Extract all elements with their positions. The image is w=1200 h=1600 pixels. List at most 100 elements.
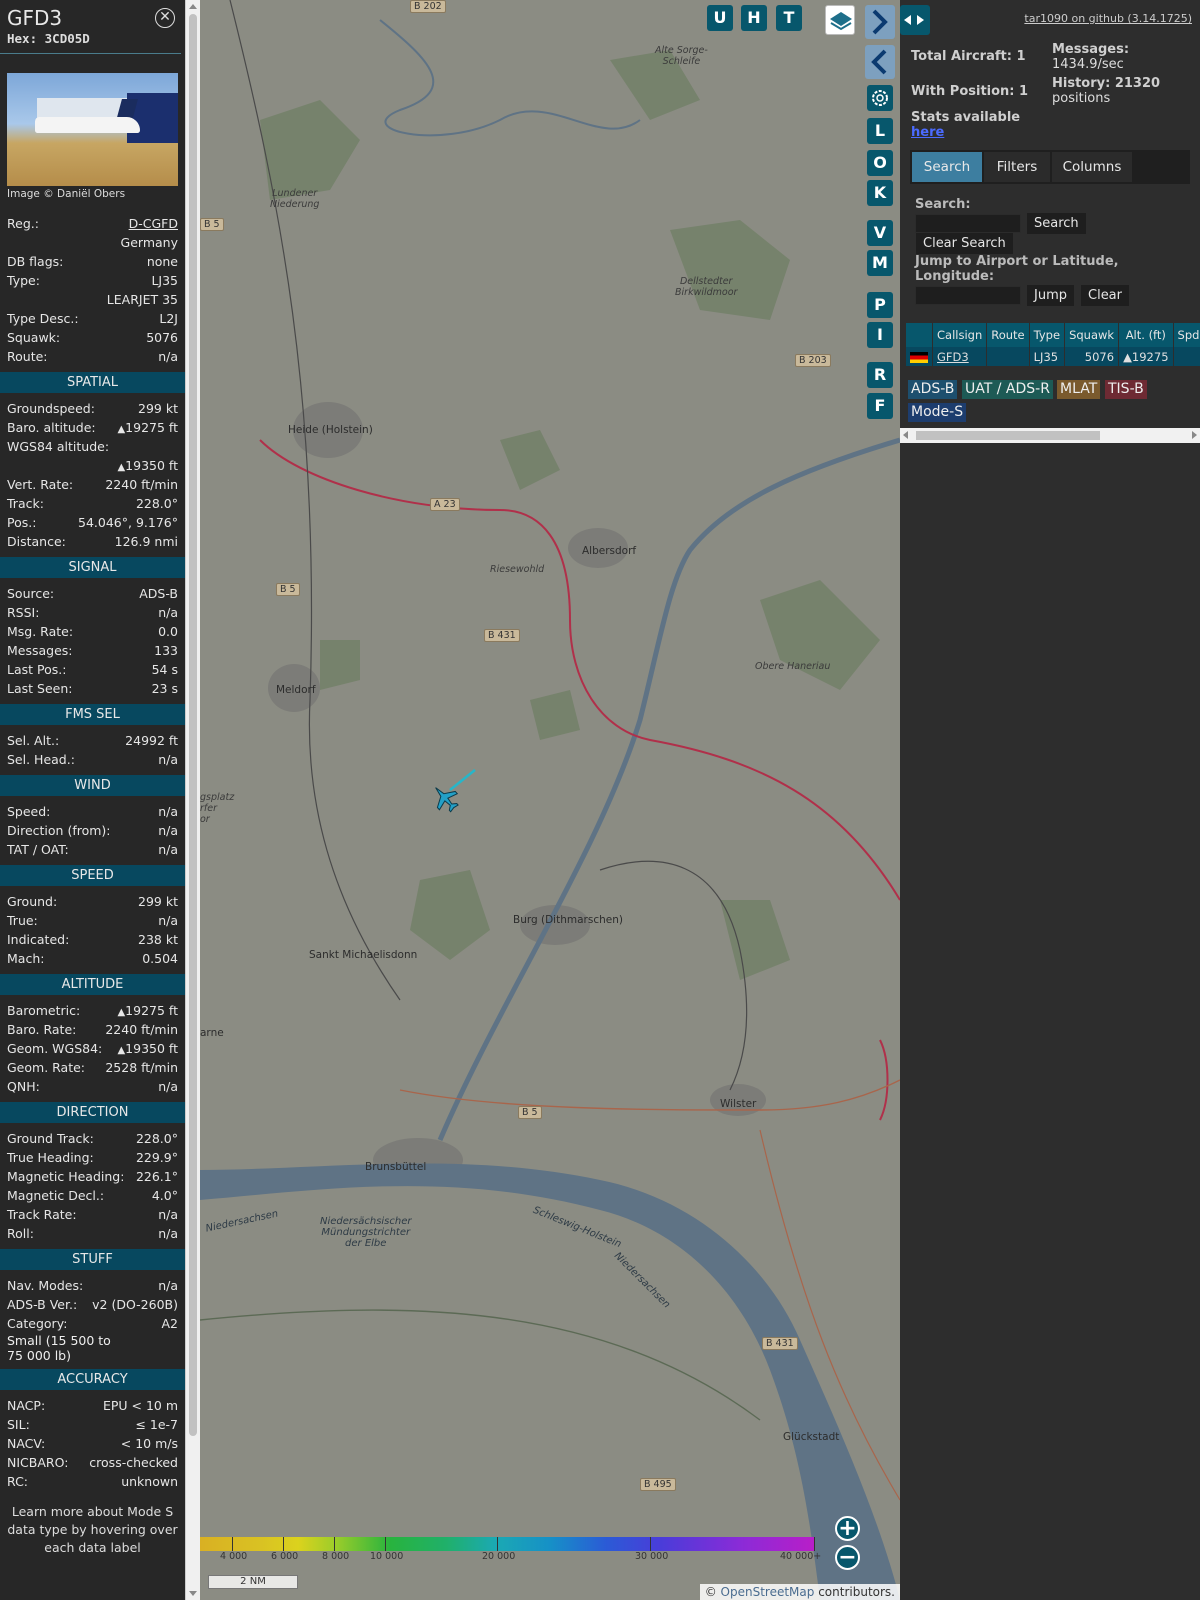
flag-germany-icon xyxy=(906,347,933,366)
tab-columns[interactable]: Columns xyxy=(1052,152,1132,182)
info-row: TAT / OAT: n/a xyxy=(7,840,178,859)
info-value: 2528 ft/min xyxy=(105,1060,178,1075)
section-header-altitude: ALTITUDE xyxy=(0,974,185,995)
col-speed[interactable]: Spd xyxy=(1173,323,1200,347)
section-rows-spatial: Groundspeed: 299 kt Baro. altitude: ▲19275 … xyxy=(0,399,185,551)
source-badge-tisb: TIS-B xyxy=(1105,380,1147,399)
info-row: Magnetic Heading: 226.1° xyxy=(7,1167,178,1186)
registration-link[interactable]: D-CGFD xyxy=(129,214,178,233)
col-callsign[interactable]: Callsign xyxy=(932,323,988,347)
info-value: cross-checked xyxy=(89,1455,178,1470)
info-panel-scrollbar[interactable] xyxy=(185,0,200,1600)
info-key: Speed: xyxy=(7,804,51,819)
info-key: Barometric: xyxy=(7,1003,81,1018)
col-flag[interactable] xyxy=(906,323,933,347)
map-btn-f[interactable]: F xyxy=(867,393,893,419)
info-row: NACV: < 10 m/s xyxy=(7,1434,178,1453)
aircraft-table: Callsign Route Type Squawk Alt. (ft) Spd… xyxy=(906,323,1200,366)
info-key: TAT / OAT: xyxy=(7,842,69,857)
map-btn-o[interactable]: O xyxy=(867,150,893,176)
map-btn-i[interactable]: I xyxy=(867,322,893,348)
info-value: ▲19350 ft xyxy=(117,1041,178,1056)
area-alte-sorge: Alte Sorge- Schleife xyxy=(655,45,708,67)
search-button[interactable]: Search xyxy=(1027,213,1086,234)
collapse-left-icon[interactable] xyxy=(865,45,895,79)
table-header-row: Callsign Route Type Squawk Alt. (ft) Spd xyxy=(906,323,1200,347)
area-truppenuebungsplatz: gsplatz rfer or xyxy=(200,792,235,825)
info-key: DB flags: xyxy=(7,254,64,269)
map-btn-m[interactable]: M xyxy=(867,250,893,276)
search-input[interactable] xyxy=(915,214,1021,233)
section-header-speed: SPEED xyxy=(0,865,185,886)
info-value: n/a xyxy=(158,804,178,819)
info-key: Messages: xyxy=(7,643,73,658)
jump-button[interactable]: Jump xyxy=(1027,285,1074,306)
section-rows-altitude: Barometric: ▲19275 ft Baro. Rate: 2240 ft/m… xyxy=(0,1001,185,1096)
col-altitude[interactable]: Alt. (ft) xyxy=(1118,323,1174,347)
info-value: n/a xyxy=(158,349,178,364)
info-key: Last Seen: xyxy=(7,681,73,696)
info-row: Reg.: D-CGFD xyxy=(7,214,178,233)
map-btn-u[interactable]: U xyxy=(707,5,733,31)
learn-more-text: Learn more about Mode S data type by hov… xyxy=(7,1504,178,1555)
map-btn-l[interactable]: L xyxy=(867,118,893,144)
col-squawk[interactable]: Squawk xyxy=(1064,323,1120,347)
section-rows-fms: Sel. Alt.: 24992 ft Sel. Head.: n/a xyxy=(0,731,185,769)
map-btn-h[interactable]: H xyxy=(741,5,767,31)
info-row: Baro. altitude: ▲19275 ft xyxy=(7,418,178,437)
road-b431-south: B 431 xyxy=(762,1337,798,1350)
clear-jump-button[interactable]: Clear xyxy=(1081,285,1129,306)
close-icon[interactable]: ✕ xyxy=(155,8,175,28)
map-btn-p[interactable]: P xyxy=(867,292,893,318)
info-value: ≤ 1e-7 xyxy=(135,1417,178,1432)
area-elbe-estuary: Niedersächsischer Mündungstrichter der E… xyxy=(320,1216,412,1249)
map-btn-v[interactable]: V xyxy=(867,220,893,246)
info-value: 229.9° xyxy=(135,1150,178,1165)
col-route[interactable]: Route xyxy=(986,323,1030,347)
info-key: Type Desc.: xyxy=(7,311,79,326)
tab-filters[interactable]: Filters xyxy=(984,152,1050,182)
map-btn-r[interactable]: R xyxy=(867,362,893,388)
stats-link[interactable]: here xyxy=(911,125,944,140)
map-btn-t[interactable]: T xyxy=(776,5,802,31)
cell-type: LJ35 xyxy=(1029,347,1066,366)
info-row: RSSI: n/a xyxy=(7,603,178,622)
openstreetmap-link[interactable]: OpenStreetMap xyxy=(721,1585,815,1599)
zoom-out-button[interactable]: − xyxy=(835,1545,860,1570)
info-value: 0.504 xyxy=(142,951,178,966)
toggle-sidebar-icon[interactable] xyxy=(900,5,930,35)
messages-stat: Messages: 1434.9/sec xyxy=(1052,42,1129,72)
map-btn-k[interactable]: K xyxy=(867,180,893,206)
info-value: unknown xyxy=(121,1474,178,1489)
info-value: none xyxy=(146,254,178,269)
map-view[interactable]: Heide (Holstein) Albersdorf Meldorf Burg… xyxy=(200,0,900,1600)
info-key: Mach: xyxy=(7,951,45,966)
info-value: ▲19275 ft xyxy=(117,1003,178,1018)
info-row: Speed: n/a xyxy=(7,802,178,821)
col-type[interactable]: Type xyxy=(1029,323,1066,347)
github-link[interactable]: tar1090 on github (3.14.1725) xyxy=(1024,12,1192,25)
layers-icon[interactable] xyxy=(825,5,855,35)
aircraft-photo[interactable] xyxy=(7,73,178,186)
clear-search-button[interactable]: Clear Search xyxy=(916,233,1013,254)
info-key: Baro. Rate: xyxy=(7,1022,77,1037)
altitude-color-legend xyxy=(200,1537,815,1551)
section-header-wind: WIND xyxy=(0,775,185,796)
jump-label: Jump to Airport or Latitude, Longitude: xyxy=(915,254,1119,284)
zoom-in-button[interactable]: + xyxy=(835,1516,860,1541)
callsign-title: GFD3 xyxy=(7,6,63,30)
callsign-link[interactable]: GFD3 xyxy=(937,350,969,364)
info-value: 226.1° xyxy=(135,1169,178,1184)
info-key: Msg. Rate: xyxy=(7,624,74,639)
tab-search[interactable]: Search xyxy=(912,152,982,182)
info-header: GFD3 Hex: 3CD05D ✕ xyxy=(0,0,181,54)
expand-right-icon[interactable] xyxy=(865,5,895,39)
settings-gear-icon[interactable] xyxy=(867,85,893,111)
table-horizontal-scrollbar[interactable] xyxy=(900,428,1200,443)
info-key: Baro. altitude: xyxy=(7,420,96,435)
section-header-stuff: STUFF xyxy=(0,1249,185,1270)
info-key: RC: xyxy=(7,1474,29,1489)
jump-input[interactable] xyxy=(915,286,1021,305)
table-row[interactable]: GFD3 LJ35 5076 ▲19275 xyxy=(906,347,1200,366)
info-key: SIL: xyxy=(7,1417,30,1432)
